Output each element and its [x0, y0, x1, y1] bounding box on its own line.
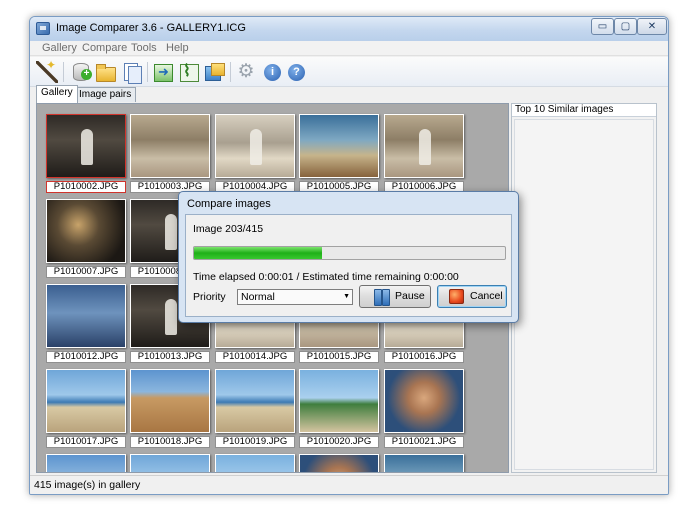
thumbnail-image — [299, 454, 379, 472]
thumbnail-image — [215, 454, 295, 472]
thumbnail[interactable]: P1010018.JPG — [130, 369, 210, 449]
thumbnail-partial[interactable] — [215, 454, 295, 472]
priority-value: Normal — [241, 291, 275, 303]
thumbnail-image — [384, 114, 464, 178]
toolbar: ⚙ i ? — [30, 57, 668, 87]
thumbnail-caption: P1010015.JPG — [299, 351, 379, 363]
thumbnail-caption: P1010019.JPG — [215, 436, 295, 448]
thumbnail[interactable]: P1010006.JPG — [384, 114, 464, 194]
thumbnail[interactable]: P1010019.JPG — [215, 369, 295, 449]
menu-compare[interactable]: Compare — [82, 42, 127, 54]
thumbnail-image — [299, 369, 379, 433]
wand-icon[interactable] — [36, 58, 58, 83]
open-folder-icon[interactable] — [94, 61, 116, 83]
close-button[interactable]: ✕ — [637, 18, 667, 35]
title-bar[interactable]: Image Comparer 3.6 - GALLERY1.ICG ▭ ▢ ✕ — [30, 17, 668, 41]
pause-label: Pause — [395, 290, 425, 302]
progress-bar — [193, 246, 506, 260]
thumbnail-partial[interactable] — [130, 454, 210, 472]
thumbnail-image — [384, 454, 464, 472]
toolbar-separator — [147, 62, 148, 82]
tab-image-pairs[interactable]: Image pairs — [74, 87, 137, 102]
thumbnail-image — [130, 454, 210, 472]
thumbnail-image — [215, 114, 295, 178]
thumbnail[interactable]: P1010007.JPG — [46, 199, 126, 279]
thumbnail[interactable]: P1010021.JPG — [384, 369, 464, 449]
app-icon — [36, 22, 50, 35]
thumbnail[interactable]: P1010005.JPG — [299, 114, 379, 194]
image-counter: Image 203/415 — [193, 223, 264, 235]
thumbnail-image — [130, 369, 210, 433]
thumbnail-partial[interactable] — [384, 454, 464, 472]
thumbnail-caption: P1010012.JPG — [46, 351, 126, 363]
pages-icon[interactable] — [120, 61, 142, 84]
window-title: Image Comparer 3.6 - GALLERY1.ICG — [56, 22, 246, 34]
thumbnail-partial[interactable] — [299, 454, 379, 472]
cancel-label: Cancel — [470, 290, 503, 302]
similar-images-panel: Top 10 Similar images — [511, 103, 657, 473]
toolbar-separator — [230, 62, 231, 82]
info-icon[interactable]: i — [264, 64, 281, 81]
images-icon[interactable] — [203, 61, 225, 83]
similar-images-list[interactable] — [514, 119, 654, 470]
time-status: Time elapsed 0:00:01 / Estimated time re… — [193, 271, 459, 283]
help-icon[interactable]: ? — [288, 64, 305, 81]
add-database-icon[interactable] — [70, 61, 92, 83]
thumbnail-image — [46, 199, 126, 263]
thumbnail[interactable]: P1010012.JPG — [46, 284, 126, 364]
thumbnail-image — [46, 114, 126, 178]
thumbnail[interactable]: P1010002.JPG — [46, 114, 126, 194]
pause-icon — [374, 289, 390, 306]
thumbnail-caption: P1010013.JPG — [130, 351, 210, 363]
compare-images-dialog: Compare images Image 203/415 Time elapse… — [178, 191, 519, 323]
status-text: 415 image(s) in gallery — [34, 479, 141, 491]
menu-tools[interactable]: Tools — [131, 42, 157, 54]
thumbnail-image — [215, 369, 295, 433]
thumbnail-caption: P1010016.JPG — [384, 351, 464, 363]
thumbnail-partial[interactable] — [46, 454, 126, 472]
menu-help[interactable]: Help — [166, 42, 189, 54]
thumbnail-image — [46, 454, 126, 472]
menu-bar: Gallery Compare Tools Help — [30, 41, 668, 56]
thumbnail[interactable]: P1010003.JPG — [130, 114, 210, 194]
minimize-button[interactable]: ▭ — [591, 18, 614, 35]
thumbnail-caption: P1010014.JPG — [215, 351, 295, 363]
export-icon[interactable] — [152, 61, 174, 83]
thumbnail-caption: P1010017.JPG — [46, 436, 126, 448]
thumbnail-caption: P1010020.JPG — [299, 436, 379, 448]
progress-fill — [194, 247, 322, 259]
chevron-down-icon: ▼ — [343, 293, 350, 300]
thumbnail-caption: P1010007.JPG — [46, 266, 126, 278]
toolbar-separator — [63, 62, 64, 82]
thumbnail[interactable]: P1010020.JPG — [299, 369, 379, 449]
priority-label: Priority — [193, 291, 226, 303]
pause-button[interactable]: Pause — [359, 285, 431, 308]
priority-select[interactable]: Normal ▼ — [237, 289, 353, 305]
cancel-icon — [449, 289, 464, 304]
thumbnail-image — [384, 369, 464, 433]
thumbnail[interactable]: P1010017.JPG — [46, 369, 126, 449]
chart-icon[interactable] — [178, 61, 200, 83]
thumbnail-caption: P1010018.JPG — [130, 436, 210, 448]
dialog-body: Image 203/415 Time elapsed 0:00:01 / Est… — [185, 214, 512, 317]
cancel-button[interactable]: Cancel — [437, 285, 507, 308]
thumbnail-image — [46, 369, 126, 433]
tab-gallery[interactable]: Gallery — [36, 85, 78, 103]
thumbnail[interactable]: P1010004.JPG — [215, 114, 295, 194]
thumbnail-image — [130, 114, 210, 178]
thumbnail-caption: P1010002.JPG — [46, 181, 126, 193]
menu-gallery[interactable]: Gallery — [42, 42, 77, 54]
gear-icon[interactable]: ⚙ — [235, 61, 257, 83]
maximize-button[interactable]: ▢ — [614, 18, 637, 35]
similar-images-title: Top 10 Similar images — [512, 104, 656, 117]
dialog-title: Compare images — [187, 198, 271, 210]
thumbnail-image — [299, 114, 379, 178]
status-bar: 415 image(s) in gallery — [30, 475, 668, 494]
thumbnail-image — [46, 284, 126, 348]
thumbnail-caption: P1010021.JPG — [384, 436, 464, 448]
